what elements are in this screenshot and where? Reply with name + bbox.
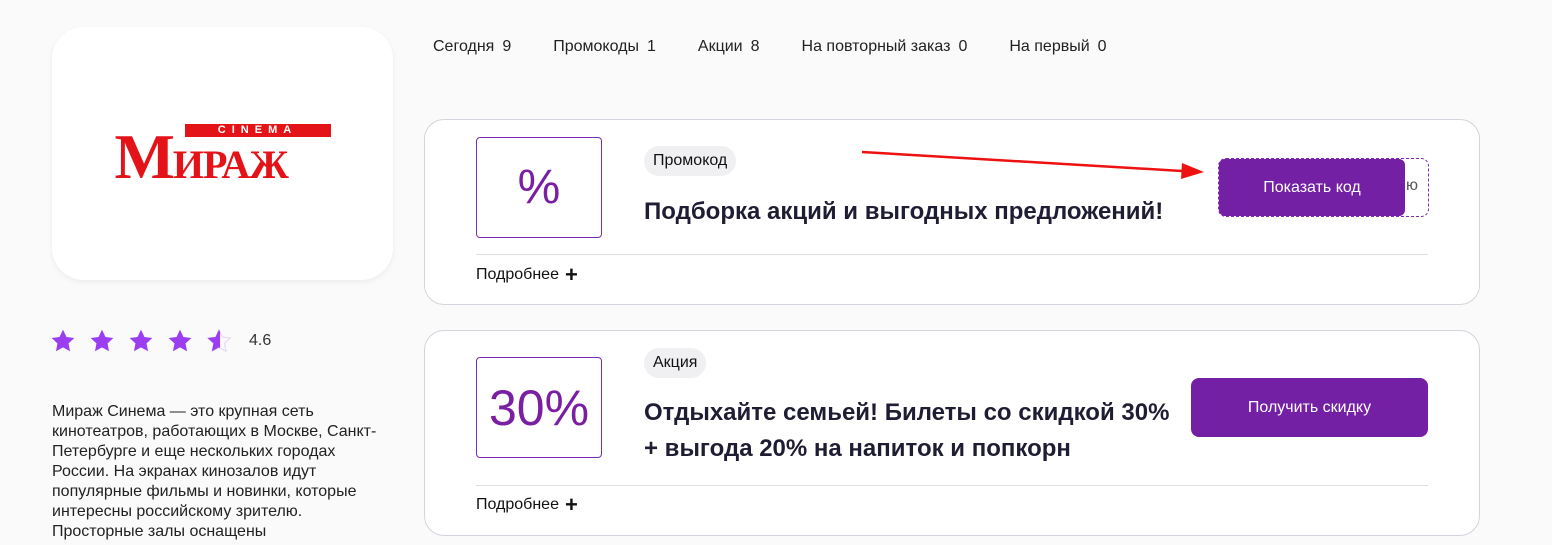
store-rating: 4.6: [50, 328, 271, 354]
rating-value: 4.6: [249, 332, 272, 349]
details-label: Подробнее: [476, 266, 559, 283]
logo-brand-text: МИРАЖ: [114, 120, 289, 192]
tab-label: Промокоды: [553, 38, 639, 55]
tab-count: 8: [750, 38, 760, 55]
offer-card: % Промокод Подборка акций и выгодных пре…: [424, 119, 1480, 305]
details-toggle[interactable]: Подробнее +: [476, 492, 578, 517]
store-logo-card: CINEMA МИРАЖ: [52, 27, 393, 280]
offer-title: Отдыхайте семьей! Билеты со скидкой 30% …: [644, 399, 1170, 462]
star-icon: [90, 329, 114, 352]
offer-title: Подборка акций и выгодных предложений!: [644, 198, 1164, 225]
tab-count: 1: [647, 38, 656, 55]
store-description: Мираж Синема — это крупная сеть кинотеат…: [52, 403, 377, 540]
tab-promotions[interactable]: Акции 8: [698, 38, 760, 56]
plus-icon: +: [564, 492, 578, 517]
tab-label: Сегодня: [433, 38, 495, 55]
tab-label: На первый: [1009, 38, 1090, 55]
offer-badge: 30%: [476, 357, 602, 458]
star-icon: [129, 329, 153, 352]
page: CINEMA МИРАЖ 4.6 Мираж Синема — это круп…: [0, 0, 1552, 545]
offer-type-tag: Акция: [644, 348, 707, 378]
tab-count: 0: [1097, 38, 1107, 55]
tab-today[interactable]: Сегодня 9: [433, 38, 511, 56]
store-logo: CINEMA МИРАЖ: [115, 123, 331, 188]
details-label: Подробнее: [476, 496, 559, 513]
tab-repeat-order[interactable]: На повторный заказ 0: [802, 38, 968, 56]
tab-count: 9: [502, 38, 512, 55]
offer-card: 30% Акция Отдыхайте семьей! Билеты со ск…: [424, 330, 1480, 536]
offer-type-tag: Промокод: [644, 146, 737, 176]
promo-code-peek: ю: [1406, 177, 1418, 194]
tab-first-order[interactable]: На первый 0: [1009, 38, 1106, 56]
star-half-icon: [206, 328, 232, 353]
divider: [476, 254, 1428, 255]
star-icon: [168, 329, 192, 352]
tab-promocodes[interactable]: Промокоды 1: [553, 38, 656, 56]
tab-label: Акции: [697, 38, 743, 55]
details-toggle[interactable]: Подробнее +: [476, 262, 578, 287]
tab-label: На повторный заказ: [801, 38, 951, 55]
star-icon: [51, 329, 75, 352]
offer-badge: %: [476, 137, 602, 238]
get-discount-button[interactable]: Получить скидку: [1191, 378, 1428, 437]
offer-filter-tabs: Сегодня 9 Промокоды 1 Акции 8 На повторный …: [433, 38, 1149, 56]
tab-count: 0: [958, 38, 968, 55]
divider: [476, 485, 1428, 486]
plus-icon: +: [564, 262, 578, 287]
show-code-button[interactable]: Показать код: [1219, 159, 1405, 216]
